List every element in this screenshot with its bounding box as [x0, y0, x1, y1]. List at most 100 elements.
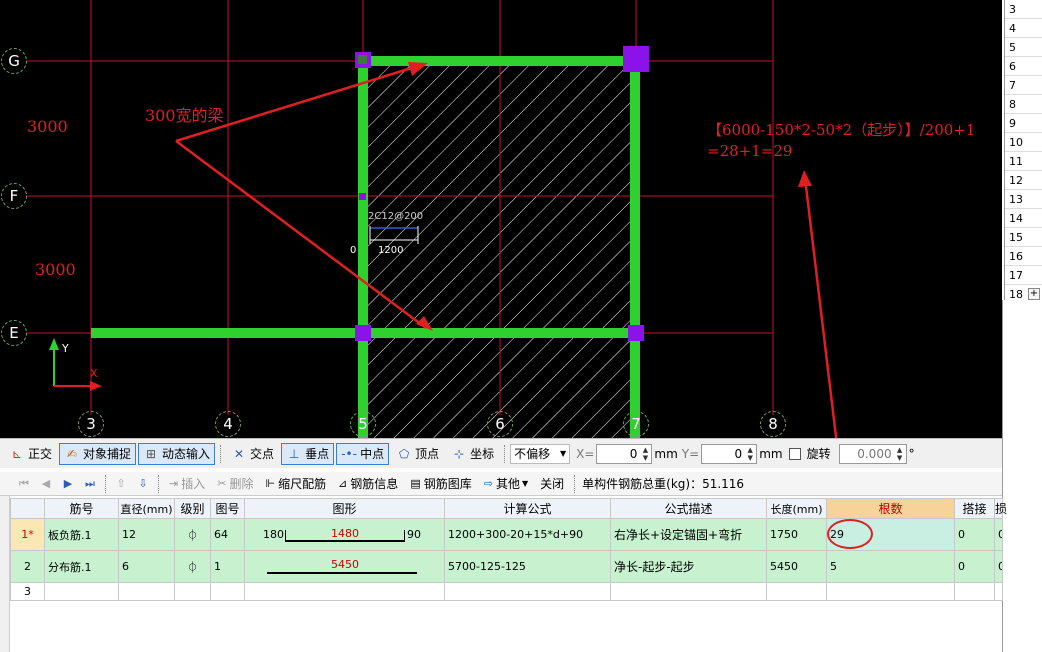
formula-desc-cell[interactable]: 右净长+设定锚固+弯折 [610, 518, 767, 551]
header-formula-desc[interactable]: 公式描述 [610, 498, 767, 519]
table-row[interactable]: 2 分布筋.1 6 ⏀ 1 5450 5700-125-125 净长-起步-起步… [10, 550, 1003, 583]
formula-cell[interactable]: 5700-125-125 [444, 550, 611, 583]
shape-cell[interactable]: 180 1480 90 [244, 518, 445, 551]
header-figure-no[interactable]: 图号 [210, 498, 245, 519]
y-offset-input[interactable]: 0 ▲ ▼ [701, 443, 758, 464]
loss-cell[interactable]: 0 [994, 518, 1003, 551]
object-snap-toggle[interactable]: ✍ 对象捕捉 [59, 442, 137, 465]
rebar-info-button[interactable]: ⊿ 钢筋信息 [333, 475, 403, 492]
diameter-cell[interactable]: 12 [118, 518, 175, 551]
rebar-table: 筋号 直径(mm) 级别 图号 图形 计算公式 公式描述 长度(mm) 根数 搭… [10, 498, 1007, 601]
lap-cell[interactable]: 0 [954, 518, 995, 551]
length-cell[interactable]: 5450 [766, 550, 827, 583]
close-button[interactable]: 关闭 [535, 475, 569, 492]
expand-plus-icon[interactable]: + [1028, 288, 1040, 300]
axis-label-7: 7 [623, 411, 649, 437]
rebar-library-icon: ▤ [410, 477, 421, 490]
count-value: 29 [830, 528, 844, 541]
vertex-snap[interactable]: ⬠ 顶点 [391, 443, 444, 465]
header-formula[interactable]: 计算公式 [444, 498, 611, 519]
x-unit: mm [654, 446, 678, 461]
row-number-cell[interactable]: 3 [10, 582, 45, 601]
shape-cell[interactable]: 5450 [244, 550, 445, 583]
row-number: 10 [1005, 133, 1042, 152]
rebar-library-button[interactable]: ▤ 钢筋图库 [405, 475, 476, 492]
beam-left [358, 56, 368, 438]
formula-cell[interactable]: 1200+300-20+15*d+90 [444, 518, 611, 551]
row-number-cell[interactable]: 2 [10, 550, 45, 583]
shape-mid-dim: 5450 [331, 557, 359, 571]
diameter-cell[interactable]: 6 [118, 550, 175, 583]
offset-mode-value: 不偏移 [514, 447, 551, 461]
insert-button[interactable]: ⇥ 插入 [164, 475, 210, 492]
table-row[interactable]: 1* 板负筋.1 12 ⏀ 64 180 1480 90 1200+300-20… [10, 518, 1003, 551]
left-panel-strip: ✕ [0, 472, 10, 652]
header-bar-no[interactable]: 筋号 [44, 498, 119, 519]
header-diameter[interactable]: 直径(mm) [118, 498, 175, 519]
length-cell[interactable]: 1750 [766, 518, 827, 551]
spinner-icon[interactable]: ▲ ▼ [745, 446, 755, 462]
dynamic-input-toggle[interactable]: ⊞ 动态输入 [138, 442, 216, 465]
perpendicular-snap[interactable]: ⊥ 垂点 [281, 442, 335, 465]
figure-no-cell[interactable] [210, 582, 245, 601]
count-cell[interactable]: 29 [826, 518, 955, 551]
formula-cell[interactable] [444, 582, 611, 601]
bar-no-cell[interactable]: 板负筋.1 [44, 518, 119, 551]
x-offset-input[interactable]: 0 ▲ ▼ [596, 443, 653, 464]
grade-cell[interactable]: ⏀ [174, 550, 211, 583]
formula-desc-cell[interactable] [610, 582, 767, 601]
header-length[interactable]: 长度(mm) [766, 498, 827, 519]
rebar-info-label: 钢筋信息 [350, 477, 399, 491]
row-number-cell[interactable]: 1* [10, 518, 45, 551]
lap-cell[interactable]: 0 [954, 550, 995, 583]
previous-record-icon[interactable]: ◀ [36, 477, 56, 490]
rebar-length-text: 1200 [378, 245, 403, 256]
shape-cell[interactable] [244, 582, 445, 601]
loss-cell[interactable]: 0 [994, 550, 1003, 583]
loss-cell[interactable] [994, 582, 1003, 601]
grade-cell[interactable] [174, 582, 211, 601]
header-lap[interactable]: 搭接 [954, 498, 995, 519]
delete-button[interactable]: ✂ 删除 [212, 475, 258, 492]
scale-rebar-icon: ⊩ [265, 477, 276, 490]
spinner-icon[interactable]: ▲ ▼ [895, 446, 905, 462]
header-loss[interactable]: 损 [994, 498, 1007, 519]
x-label: X= [576, 446, 595, 461]
count-cell[interactable]: 5 [826, 550, 955, 583]
move-up-icon[interactable]: ⇧ [111, 477, 131, 490]
first-record-icon[interactable]: ⏮ [14, 477, 34, 491]
dynamic-input-icon: ⊞ [146, 446, 157, 461]
header-count[interactable]: 根数 [826, 498, 955, 519]
length-cell[interactable] [766, 582, 827, 601]
coordinate-snap[interactable]: ⊹ 坐标 [446, 443, 499, 465]
count-cell[interactable] [826, 582, 955, 601]
header-shape[interactable]: 图形 [244, 498, 445, 519]
diameter-cell[interactable] [118, 582, 175, 601]
row-number: 13 [1005, 190, 1042, 209]
rotate-input[interactable]: 0.000 ▲ ▼ [838, 443, 907, 464]
scale-rebar-button[interactable]: ⊩ 缩尺配筋 [260, 475, 331, 492]
bar-no-cell[interactable] [44, 582, 119, 601]
lap-cell[interactable] [954, 582, 995, 601]
rotate-checkbox[interactable] [788, 447, 801, 460]
cad-canvas[interactable]: 1200 2C12@200 0 Y X G F E 3 4 5 6 7 8 30… [0, 0, 1002, 438]
rebar-label-text: 2C12@200 [368, 211, 423, 222]
bar-no-cell[interactable]: 分布筋.1 [44, 550, 119, 583]
figure-no-cell[interactable]: 1 [210, 550, 245, 583]
next-record-icon[interactable]: ▶ [58, 477, 78, 490]
other-menu-button[interactable]: ⇨ 其他 ▼ [479, 475, 533, 492]
spinner-icon[interactable]: ▲ ▼ [640, 446, 650, 462]
table-row[interactable]: 3 [10, 582, 1003, 601]
header-grade[interactable]: 级别 [174, 498, 211, 519]
formula-note-line1: 【6000-150*2-50*2（起步）】/200+1 [707, 121, 976, 139]
intersection-snap[interactable]: ✕ 交点 [226, 443, 279, 465]
y-offset-value: 0 [734, 446, 743, 461]
formula-desc-cell[interactable]: 净长-起步-起步 [610, 550, 767, 583]
offset-mode-select[interactable]: 不偏移 ▼ [510, 443, 571, 464]
last-record-icon[interactable]: ⏭ [80, 477, 100, 491]
midpoint-snap[interactable]: -•- 中点 [336, 442, 390, 465]
move-down-icon[interactable]: ⇩ [133, 477, 153, 490]
figure-no-cell[interactable]: 64 [210, 518, 245, 551]
grade-cell[interactable]: ⏀ [174, 518, 211, 551]
ortho-toggle[interactable]: ⊾ 正交 [4, 443, 57, 465]
